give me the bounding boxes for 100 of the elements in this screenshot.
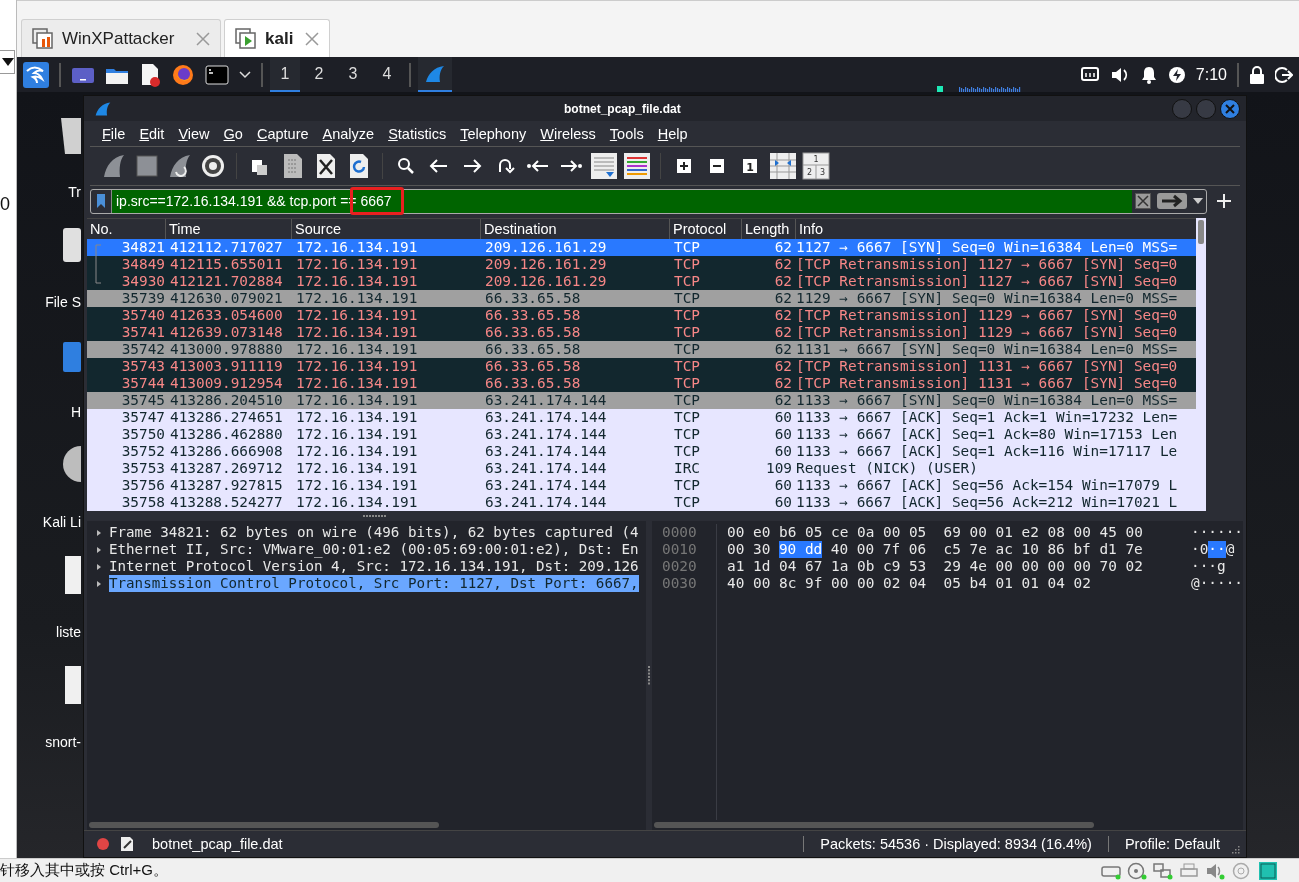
ascii-text[interactable]: @·····	[1191, 575, 1243, 592]
menu-item[interactable]: Edit	[139, 125, 165, 142]
vm-tools-icon[interactable]	[1257, 859, 1279, 882]
packet-row[interactable]: 35739 412630.079021 172.16.134.191 66.33.65.58 TCP 62 1129 → 6667 [SYN] Seq=0 Win=16384 Len=0 MSS=	[87, 290, 1196, 307]
splitter-handle[interactable]	[647, 665, 652, 686]
detail-line[interactable]: Frame 34821: 62 bytes on wire (496 bits), 62 bytes captured (4	[109, 524, 639, 541]
menu-item[interactable]: Tools	[609, 125, 644, 142]
stop-button[interactable]	[133, 152, 161, 180]
scrollbar[interactable]	[1196, 218, 1206, 511]
detail-line[interactable]: Ethernet II, Src: VMware_00:01:e2 (00:05:69:00:01:e2), Dst: En	[109, 541, 639, 558]
sound-icon[interactable]	[1205, 861, 1225, 880]
document-icon[interactable]	[139, 62, 161, 87]
workspace-button[interactable]: 2	[304, 57, 334, 92]
expander-icon[interactable]	[95, 562, 103, 571]
menu-item[interactable]: Statistics	[388, 125, 447, 142]
dragon-icon	[25, 64, 47, 85]
bell-icon[interactable]	[1139, 65, 1158, 84]
power-icon[interactable]	[1167, 65, 1186, 84]
table-cell-text: 413286.204510	[169, 392, 284, 409]
desktop-icon-label: Tr	[68, 184, 81, 200]
packet-row[interactable]: 35747 413286.274651 172.16.134.191 63.241.174.144 TCP 60 1133 → 6667 [ACK] Seq=1 Ack=1 Win=17232 Len=	[87, 409, 1196, 426]
packet-row[interactable]: 35742 413000.978880 172.16.134.191 66.33.65.58 TCP 62 1131 → 6667 [SYN] Seq=0 Win=16384 Len=0 MSS=	[87, 341, 1196, 358]
hex-offset: 0000	[662, 524, 698, 541]
taskbar-app-button[interactable]	[418, 57, 452, 92]
packet-row[interactable]: 34849 412115.655011 172.16.134.191 209.126.161.29 TCP 62 [TCP Retransmission] 1127 → 6667 [SYN] Seq=0	[87, 256, 1196, 273]
table-cell-text: 172.16.134.191	[295, 494, 419, 511]
clock[interactable]: 7:10	[1195, 65, 1227, 84]
table-cell-text: 412112.717027	[169, 239, 284, 256]
hex-bytes[interactable]: 40 00 8c 9f 00 00 02 04 05 b4 01 01 04 02	[727, 575, 1091, 592]
table-cell-text: 413286.274651	[169, 409, 284, 426]
hex-offset: 0010	[662, 541, 698, 558]
workspace-button[interactable]: 3	[338, 57, 368, 92]
selected-bytes[interactable]: 90 dd	[778, 541, 823, 558]
lock-icon[interactable]	[1249, 65, 1265, 84]
splitter-handle[interactable]	[363, 514, 387, 518]
table-cell-text: TCP	[673, 494, 701, 511]
packet-row[interactable]: 34821 412112.717027 172.16.134.191 209.126.161.29 TCP 62 1127 → 6667 [SYN] Seq=0 Win=16384 Len=0 MSS=	[87, 239, 1196, 256]
expander-icon[interactable]	[95, 528, 103, 537]
packet-row[interactable]: 35758 413288.524277 172.16.134.191 63.241.174.144 TCP 60 1133 → 6667 [ACK] Seq=56 Ack=212 Win=17021 L	[87, 494, 1196, 511]
resize-grip[interactable]	[1230, 844, 1240, 854]
table-cell: 35758	[121, 494, 165, 511]
table-cell: 35744	[121, 375, 165, 392]
caret-icon[interactable]	[239, 69, 251, 80]
resize-columns-button[interactable]	[769, 152, 797, 180]
menu-item[interactable]: Wireless	[540, 125, 596, 142]
selected-ascii[interactable]: ··	[1208, 541, 1226, 558]
hex-bytes[interactable]: 40 00 7f 06 c5 7e ac 10 86 bf d1 7e	[830, 541, 1143, 558]
kali-menu-button[interactable]	[23, 61, 49, 88]
browser-icon[interactable]	[171, 62, 195, 87]
status-dot-icon[interactable]	[96, 837, 110, 851]
terminal-icon[interactable]	[205, 63, 229, 86]
close-icon[interactable]	[305, 31, 319, 46]
packet-row[interactable]: 35743 413003.911119 172.16.134.191 66.33.65.58 TCP 62 [TCP Retransmission] 1131 → 6667 [SYN] Seq=0	[87, 358, 1196, 375]
menu-item[interactable]: File	[102, 125, 126, 142]
add-button[interactable]	[1217, 194, 1231, 208]
menu-item[interactable]: Telephony	[460, 125, 527, 142]
table-cell: 35756	[121, 477, 165, 494]
expander-icon[interactable]	[95, 545, 103, 554]
volume-icon[interactable]	[1109, 65, 1130, 84]
hex-bytes[interactable]: 00 e0 b6 05 ce 0a 00 05 69 00 01 e2 08 00 45 00	[727, 524, 1143, 541]
ascii-text[interactable]: @	[1225, 541, 1235, 558]
table-cell-text: TCP	[673, 375, 701, 392]
packet-row[interactable]: 35752 413286.666908 172.16.134.191 63.241.174.144 TCP 60 1133 → 6667 [ACK] Seq=1 Ack=116 Win=17117 Le	[87, 443, 1196, 460]
vm-tab[interactable]: kali	[224, 19, 330, 57]
vm-tab[interactable]: WinXPattacker	[21, 19, 221, 57]
table-cell-text: 413000.978880	[169, 341, 284, 358]
options-button[interactable]	[199, 152, 227, 180]
dropdown-button[interactable]	[0, 50, 15, 74]
ascii-text[interactable]: ·0	[1191, 541, 1209, 558]
menu-item[interactable]: Go	[223, 125, 243, 142]
packet-row[interactable]: 35745 413286.204510 172.16.134.191 63.241.174.144 TCP 62 1133 → 6667 [SYN] Seq=0 Win=16384 Len=0 MSS=	[87, 392, 1196, 409]
ascii-text[interactable]: ······	[1191, 524, 1243, 541]
menu-item[interactable]: Help	[657, 125, 688, 142]
packet-row[interactable]: 35753 413287.269712 172.16.134.191 63.241.174.144 IRC 109 Request (NICK) (USER)	[87, 460, 1196, 477]
colorize-button[interactable]	[623, 152, 651, 180]
packet-row[interactable]: 35756 413287.927815 172.16.134.191 63.241.174.144 TCP 60 1133 → 6667 [ACK] Seq=56 Ack=154 Win=17079 L	[87, 477, 1196, 494]
hex-bytes[interactable]: a1 1d 04 67 1a 0b c9 53 29 4e 00 00 00 00 70 02	[727, 558, 1143, 575]
column-header[interactable]: Info	[796, 219, 1196, 239]
packet-row[interactable]: 34930 412121.702884 172.16.134.191 209.126.161.29 TCP 62 [TCP Retransmission] 1127 → 6667 [SYN] Seq=0	[87, 273, 1196, 290]
menu-item[interactable]: Analyze	[322, 125, 375, 142]
detail-line[interactable]: Internet Protocol Version 4, Src: 172.16.134.191, Dst: 209.126	[109, 558, 639, 575]
workspace-button[interactable]: 4	[372, 57, 402, 92]
autoscroll-button[interactable]	[590, 152, 618, 180]
hex-bytes[interactable]: 00 30	[727, 541, 771, 558]
packet-row[interactable]: 35740 412633.054600 172.16.134.191 66.33.65.58 TCP 62 [TCP Retransmission] 1129 → 6667 [SYN] Seq=0	[87, 307, 1196, 324]
packet-row[interactable]: 35744 413009.912954 172.16.134.191 66.33.65.58 TCP 62 [TCP Retransmission] 1131 → 6667 [SYN] Seq=0	[87, 375, 1196, 392]
logout-icon[interactable]	[1275, 65, 1293, 84]
menu-item[interactable]: Capture	[256, 125, 309, 142]
edit-icon[interactable]	[120, 836, 134, 852]
expander-icon[interactable]	[95, 579, 103, 588]
profile-label[interactable]: Profile: Default	[1124, 836, 1220, 852]
packet-row[interactable]: 35750 413286.462880 172.16.134.191 63.241.174.144 TCP 60 1133 → 6667 [ACK] Seq=1 Ack=80 Win=17153 Len	[87, 426, 1196, 443]
ascii-text[interactable]: ···g	[1191, 558, 1226, 575]
table-cell-text: TCP	[673, 409, 701, 426]
menu-item[interactable]: View	[178, 125, 210, 142]
network-icon[interactable]	[1079, 65, 1100, 84]
layout-button[interactable]: 1 2 3	[802, 152, 830, 180]
workspace-button[interactable]: 1	[270, 57, 300, 92]
packet-row[interactable]: 35741 412639.073148 172.16.134.191 66.33.65.58 TCP 62 [TCP Retransmission] 1129 → 6667 [SYN] Seq=0	[87, 324, 1196, 341]
normal-size-button[interactable]: 1	[736, 152, 764, 180]
